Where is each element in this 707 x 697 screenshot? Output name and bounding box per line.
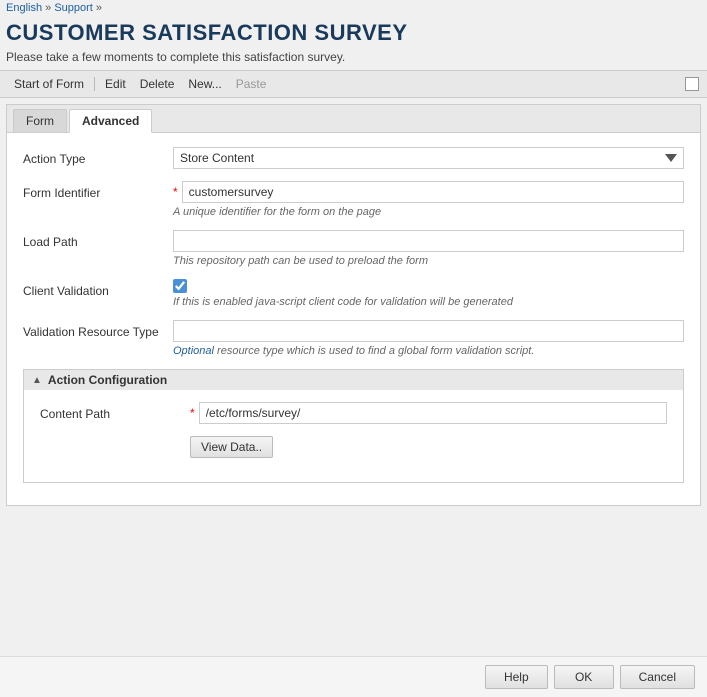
ok-button[interactable]: OK [554, 665, 614, 689]
toolbar-checkbox-icon[interactable] [685, 77, 699, 91]
cancel-button[interactable]: Cancel [620, 665, 695, 689]
action-config-label: Action Configuration [48, 373, 167, 387]
validation-resource-type-input[interactable] [173, 320, 684, 342]
toolbar-new[interactable]: New... [182, 75, 227, 93]
breadcrumb-sep2: » [96, 2, 102, 14]
action-config-header[interactable]: ▲ Action Configuration [24, 370, 683, 390]
client-validation-row: Client Validation If this is enabled jav… [23, 279, 684, 308]
action-config-section: ▲ Action Configuration Content Path * [23, 369, 684, 483]
breadcrumb-english[interactable]: English [6, 2, 42, 14]
breadcrumb: English » Support » [0, 0, 707, 16]
content-path-field: * View Data.. [190, 402, 667, 458]
load-path-field: This repository path can be used to prel… [173, 230, 684, 267]
breadcrumb-support[interactable]: Support [54, 2, 93, 14]
toolbar-edit[interactable]: Edit [99, 75, 132, 93]
client-validation-hint: If this is enabled java-script client co… [173, 296, 684, 308]
tab-advanced[interactable]: Advanced [69, 109, 152, 133]
load-path-input[interactable] [173, 230, 684, 252]
load-path-row: Load Path This repository path can be us… [23, 230, 684, 267]
view-data-button[interactable]: View Data.. [190, 436, 273, 458]
content-path-row: Content Path * View Data.. [40, 402, 667, 458]
footer-buttons: Help OK Cancel [0, 656, 707, 697]
validation-resource-type-field: Optional resource type which is used to … [173, 320, 684, 357]
form-identifier-row: Form Identifier * A unique identifier fo… [23, 181, 684, 218]
validation-resource-type-hint: Optional resource type which is used to … [173, 345, 684, 357]
hint-optional: Optional [173, 345, 214, 357]
content-path-label: Content Path [40, 402, 190, 423]
toolbar-delete[interactable]: Delete [134, 75, 181, 93]
load-path-label: Load Path [23, 230, 173, 251]
content-path-input[interactable] [199, 402, 667, 424]
form-content: Action Type Store Content Forward Reset … [7, 133, 700, 505]
action-type-select[interactable]: Store Content Forward Reset [173, 147, 684, 169]
client-validation-checkbox-row [173, 279, 684, 293]
action-type-row: Action Type Store Content Forward Reset [23, 147, 684, 169]
form-identifier-field: * A unique identifier for the form on th… [173, 181, 684, 218]
collapse-icon: ▲ [32, 375, 42, 386]
action-type-label: Action Type [23, 147, 173, 168]
content-path-required: * [190, 406, 195, 420]
tab-form[interactable]: Form [13, 109, 67, 132]
client-validation-checkbox[interactable] [173, 279, 187, 293]
validation-resource-type-row: Validation Resource Type Optional resour… [23, 320, 684, 357]
toolbar-paste[interactable]: Paste [230, 75, 273, 93]
toolbar-separator-1 [94, 77, 95, 91]
form-identifier-label: Form Identifier [23, 181, 173, 202]
page-subtitle: Please take a few moments to complete th… [6, 50, 701, 64]
toolbar-start-of-form[interactable]: Start of Form [8, 75, 90, 93]
breadcrumb-sep1: » [45, 2, 51, 14]
help-button[interactable]: Help [485, 665, 548, 689]
tabs-bar: Form Advanced [7, 105, 700, 133]
action-config-body: Content Path * View Data.. [24, 390, 683, 482]
page-title: CUSTOMER SATISFACTION SURVEY [6, 20, 701, 46]
validation-resource-type-label: Validation Resource Type [23, 320, 173, 341]
form-identifier-input[interactable] [182, 181, 684, 203]
form-identifier-hint: A unique identifier for the form on the … [173, 206, 684, 218]
client-validation-label: Client Validation [23, 279, 173, 300]
form-identifier-required: * [173, 185, 178, 199]
toolbar: Start of Form Edit Delete New... Paste [0, 70, 707, 98]
action-type-field: Store Content Forward Reset [173, 147, 684, 169]
load-path-hint: This repository path can be used to prel… [173, 255, 684, 267]
page-header: CUSTOMER SATISFACTION SURVEY Please take… [0, 16, 707, 70]
client-validation-field: If this is enabled java-script client co… [173, 279, 684, 308]
main-panel: Form Advanced Action Type Store Content … [6, 104, 701, 506]
hint-rest: resource type which is used to find a gl… [214, 345, 534, 357]
